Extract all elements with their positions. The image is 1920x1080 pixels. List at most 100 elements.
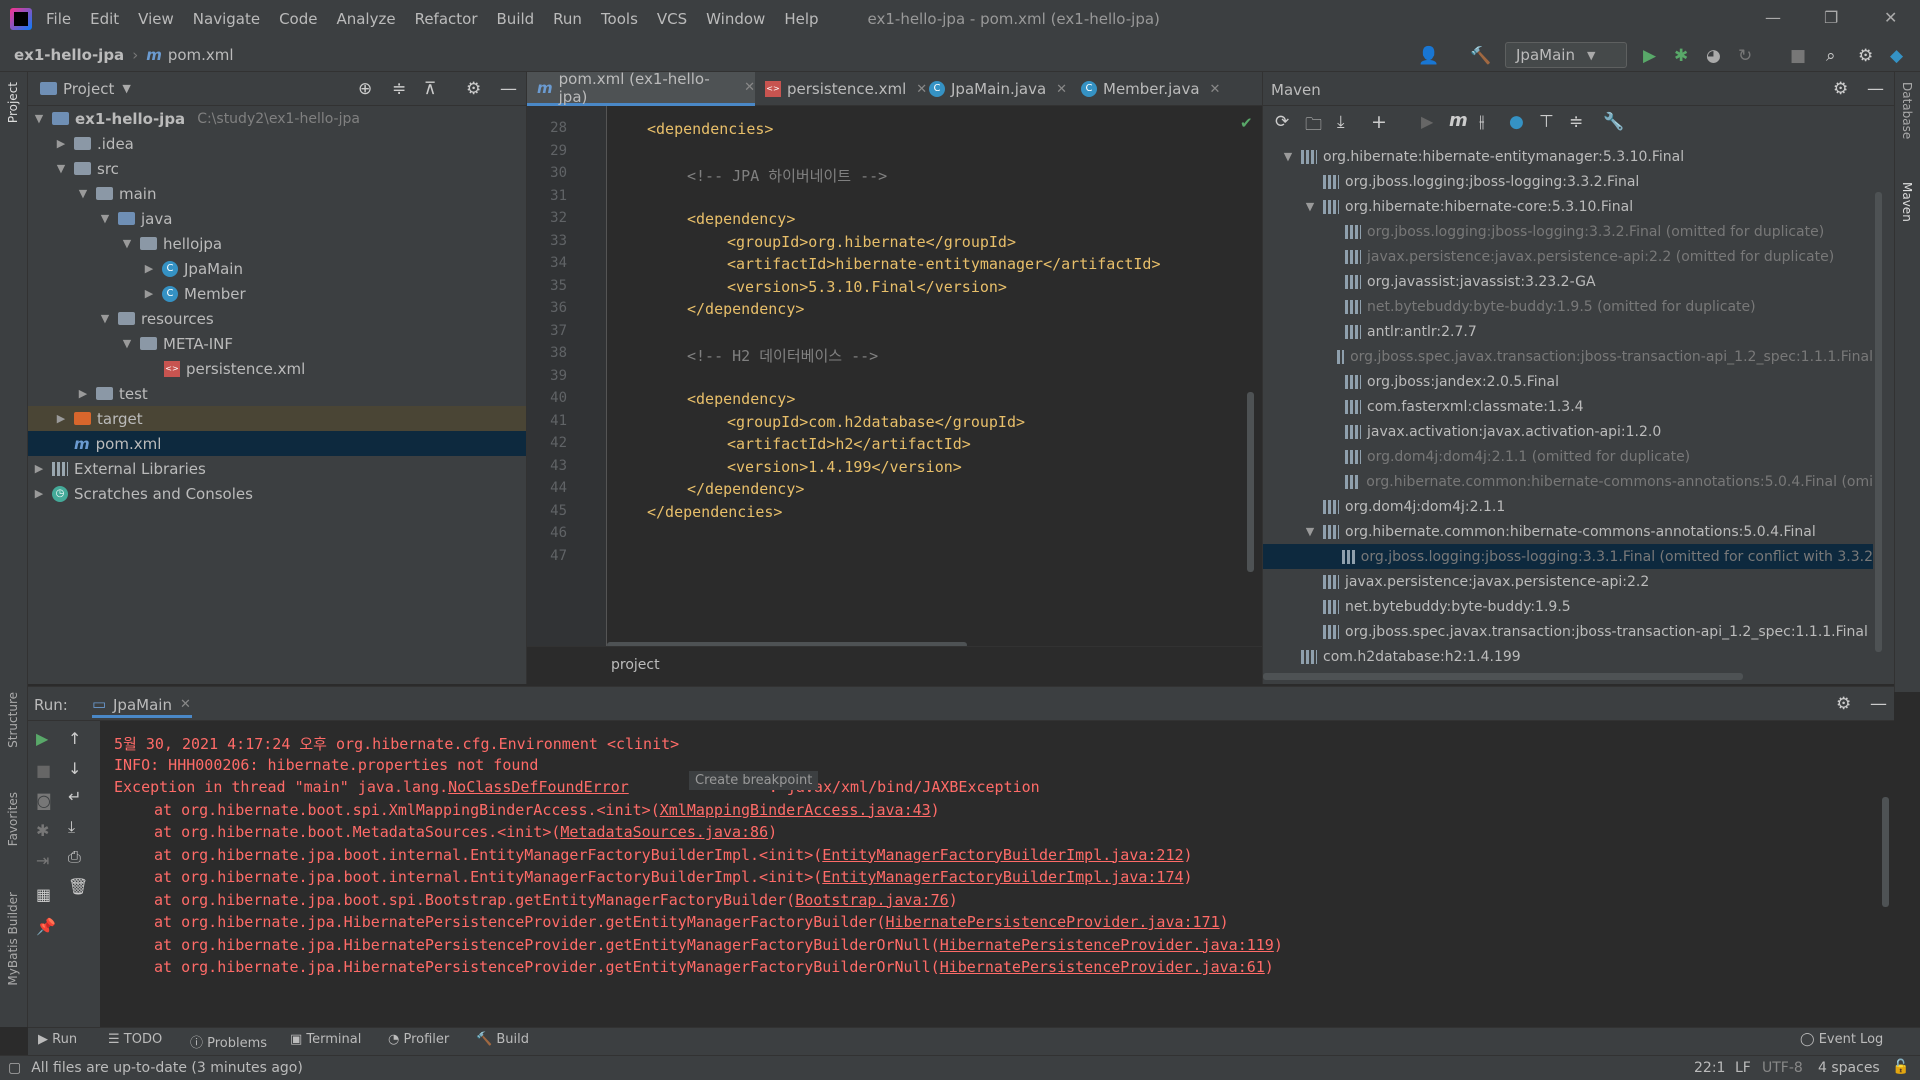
debug-icon[interactable]: ✱ bbox=[1674, 46, 1688, 66]
menu-tools[interactable]: Tools bbox=[601, 10, 638, 28]
restore-icon[interactable]: ❐ bbox=[1824, 8, 1838, 27]
line-separator[interactable]: LF bbox=[1735, 1060, 1751, 1076]
event-log-button[interactable]: ◯ Event Log bbox=[1800, 1032, 1883, 1047]
bottom-tab-profiler[interactable]: ◔ Profiler bbox=[388, 1032, 449, 1047]
pin-icon[interactable]: 📌 bbox=[36, 917, 56, 936]
menu-navigate[interactable]: Navigate bbox=[193, 10, 260, 28]
menu-vcs[interactable]: VCS bbox=[657, 10, 687, 28]
project-panel-title[interactable]: Project bbox=[63, 80, 114, 98]
breadcrumb-project[interactable]: ex1-hello-jpa bbox=[14, 46, 124, 64]
tree-item-target[interactable]: ▶ target bbox=[28, 406, 526, 431]
menu-edit[interactable]: Edit bbox=[90, 10, 119, 28]
maven-dependency-row[interactable]: org.dom4j:dom4j:2.1.1 bbox=[1263, 494, 1873, 519]
camera-icon[interactable]: ◙ bbox=[36, 791, 52, 810]
maven-dependency-row[interactable]: ▼ org.hibernate:hibernate-entitymanager:5… bbox=[1263, 144, 1873, 169]
tree-item-idea[interactable]: ▶ .idea bbox=[28, 131, 526, 156]
tree-item-jpamain[interactable]: ▶ C JpaMain bbox=[28, 256, 526, 281]
close-tab-icon[interactable]: ✕ bbox=[180, 697, 191, 712]
build-hammer-icon[interactable]: 🔨 bbox=[1470, 46, 1491, 66]
console-vertical-scrollbar[interactable] bbox=[1882, 797, 1889, 907]
database-tool-button[interactable]: Database bbox=[1900, 82, 1914, 139]
maven-vertical-scrollbar[interactable] bbox=[1875, 192, 1882, 652]
console-line[interactable]: INFO: HHH000206: hibernate.properties no… bbox=[114, 756, 538, 774]
run-icon[interactable]: ▶ bbox=[1643, 46, 1656, 66]
status-message[interactable]: All files are up-to-date (3 minutes ago) bbox=[31, 1060, 303, 1076]
stop-icon[interactable]: ■ bbox=[1790, 46, 1806, 66]
tab-jpamain-java[interactable]: C JpaMain.java ✕ bbox=[919, 72, 1067, 106]
code-line[interactable]: <groupId>com.h2database</groupId> bbox=[727, 413, 1025, 431]
chevron-down-icon[interactable]: ▼ bbox=[122, 82, 130, 95]
tree-item-meta-inf[interactable]: ▼ META-INF bbox=[28, 331, 526, 356]
tree-item-src[interactable]: ▼ src bbox=[28, 156, 526, 181]
console-line[interactable]: at org.hibernate.jpa.boot.internal.Entit… bbox=[154, 868, 1193, 886]
tree-root[interactable]: ▼ ex1-hello-jpa C:\study2\ex1-hello-jpa bbox=[28, 106, 526, 131]
hide-icon[interactable]: — bbox=[1870, 694, 1887, 714]
bottom-tab-todo[interactable]: ☰ TODO bbox=[108, 1032, 162, 1047]
settings-gear-icon[interactable]: ⚙ bbox=[466, 79, 481, 99]
vertical-scrollbar[interactable] bbox=[1247, 392, 1254, 572]
debug-icon[interactable]: ✱ bbox=[36, 821, 49, 840]
code-line[interactable]: </dependencies> bbox=[647, 503, 782, 521]
favorites-tool-button[interactable]: Favorites bbox=[6, 792, 20, 846]
maven-dependency-row[interactable]: com.h2database:h2:1.4.199 bbox=[1263, 644, 1873, 669]
maven-tool-button[interactable]: Maven bbox=[1900, 182, 1914, 222]
maven-dependency-row[interactable]: javax.persistence:javax.persistence-api:… bbox=[1263, 244, 1873, 269]
maven-dependency-row[interactable]: net.bytebuddy:byte-buddy:1.9.5 bbox=[1263, 594, 1873, 619]
code-line[interactable]: </dependency> bbox=[687, 480, 804, 498]
stacktrace-link[interactable]: HibernatePersistenceProvider.java:119 bbox=[940, 936, 1274, 954]
code-line[interactable]: <dependency> bbox=[687, 210, 795, 228]
bottom-tab-terminal[interactable]: ▣ Terminal bbox=[290, 1032, 361, 1047]
mybatis-builder-tool-button[interactable]: MyBatis Builder bbox=[6, 892, 20, 986]
maven-horizontal-scrollbar[interactable] bbox=[1263, 673, 1743, 680]
code-line[interactable]: </dependency> bbox=[687, 300, 804, 318]
code-line[interactable]: <dependencies> bbox=[647, 120, 773, 138]
structure-tool-button[interactable]: Structure bbox=[6, 692, 20, 748]
console-line[interactable]: at org.hibernate.jpa.boot.internal.Entit… bbox=[154, 846, 1193, 864]
create-breakpoint-tooltip[interactable]: Create breakpoint bbox=[689, 771, 819, 790]
maven-dependency-row[interactable]: org.dom4j:dom4j:2.1.1 (omitted for dupli… bbox=[1263, 444, 1873, 469]
bottom-tab-run[interactable]: ▶ Run bbox=[38, 1032, 77, 1047]
stacktrace-link[interactable]: XmlMappingBinderAccess.java:43 bbox=[660, 801, 931, 819]
minimize-icon[interactable]: — bbox=[1765, 8, 1781, 27]
status-window-icon[interactable]: ▢ bbox=[8, 1060, 21, 1076]
code-line[interactable]: <dependency> bbox=[687, 390, 795, 408]
stacktrace-link[interactable]: MetadataSources.java:86 bbox=[560, 823, 768, 841]
maven-dependency-row[interactable]: org.jboss.logging:jboss-logging:3.3.2.Fi… bbox=[1263, 219, 1873, 244]
tab-pom-xml[interactable]: m pom.xml (ex1-hello-jpa) ✕ bbox=[527, 70, 755, 106]
up-arrow-icon[interactable]: ↑ bbox=[68, 729, 81, 748]
console-line[interactable]: at org.hibernate.jpa.HibernatePersistenc… bbox=[154, 958, 1274, 976]
tab-member-java[interactable]: C Member.java ✕ bbox=[1071, 72, 1220, 106]
scroll-to-end-icon[interactable]: ⤓ bbox=[68, 817, 75, 837]
tree-item-resources[interactable]: ▼ resources bbox=[28, 306, 526, 331]
code-line[interactable]: <groupId>org.hibernate</groupId> bbox=[727, 233, 1016, 251]
code-line[interactable]: <artifactId>hibernate-entitymanager</art… bbox=[727, 255, 1160, 273]
stacktrace-link[interactable]: Bootstrap.java:76 bbox=[795, 891, 949, 909]
maven-dependency-row[interactable]: ▼ org.hibernate.common:hibernate-commons-… bbox=[1263, 519, 1873, 544]
menu-help[interactable]: Help bbox=[784, 10, 818, 28]
stacktrace-link[interactable]: EntityManagerFactoryBuilderImpl.java:174 bbox=[822, 868, 1183, 886]
lock-icon[interactable]: 🔓 bbox=[1892, 1059, 1909, 1075]
tab-persistence-xml[interactable]: <> persistence.xml ✕ bbox=[755, 72, 927, 106]
tree-item-main[interactable]: ▼ main bbox=[28, 181, 526, 206]
close-tab-icon[interactable]: ✕ bbox=[1210, 82, 1221, 97]
coverage-icon[interactable]: ◕ bbox=[1706, 46, 1721, 66]
console-line[interactable]: at org.hibernate.jpa.boot.spi.Bootstrap.… bbox=[154, 891, 958, 909]
menu-view[interactable]: View bbox=[138, 10, 174, 28]
tree-item-hellojpa[interactable]: ▼ hellojpa bbox=[28, 231, 526, 256]
menu-build[interactable]: Build bbox=[497, 10, 535, 28]
stacktrace-link[interactable]: NoClassDefFoundError bbox=[448, 778, 629, 796]
profile-icon[interactable]: ↻ bbox=[1738, 46, 1752, 66]
bottom-tab-build[interactable]: 🔨 Build bbox=[476, 1032, 529, 1047]
close-tab-icon[interactable]: ✕ bbox=[1056, 82, 1067, 97]
locate-icon[interactable]: ⊕ bbox=[358, 79, 372, 99]
user-icon[interactable]: 👤 bbox=[1418, 46, 1439, 66]
project-tool-button[interactable]: Project bbox=[6, 82, 20, 123]
maven-dependency-row[interactable]: antlr:antlr:2.7.7 bbox=[1263, 319, 1873, 344]
print-icon[interactable]: ⎙ bbox=[68, 847, 81, 867]
maven-dependency-row[interactable]: net.bytebuddy:byte-buddy:1.9.5 (omitted … bbox=[1263, 294, 1873, 319]
close-icon[interactable]: ✕ bbox=[1884, 8, 1897, 27]
tree-item-external-libraries[interactable]: ▶ External Libraries bbox=[28, 456, 526, 481]
settings-gear-icon[interactable]: ⚙ bbox=[1836, 694, 1851, 714]
tree-item-pom-xml[interactable]: m pom.xml bbox=[28, 431, 526, 456]
maven-dependency-row[interactable]: javax.activation:javax.activation-api:1.… bbox=[1263, 419, 1873, 444]
